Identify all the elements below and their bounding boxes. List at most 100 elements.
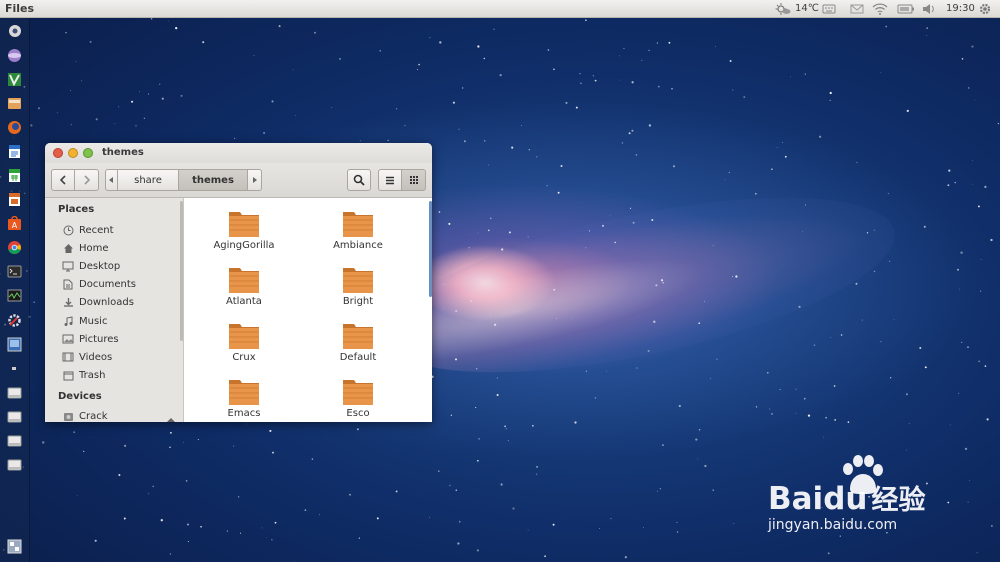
title-bar[interactable]: themes	[45, 143, 432, 163]
sidebar-item-label: Music	[79, 315, 108, 327]
star	[984, 185, 987, 189]
star	[893, 319, 895, 320]
drive-icon[interactable]	[6, 432, 23, 449]
volume-icon[interactable]	[922, 0, 936, 18]
keyboard-icon[interactable]	[822, 0, 836, 18]
places-heading: Places	[58, 204, 95, 215]
temperature-readout[interactable]: 14℃	[795, 3, 819, 14]
folder-icon	[229, 380, 259, 405]
impress-icon[interactable]	[6, 191, 23, 208]
sidebar-item-downloads[interactable]: Downloads	[62, 294, 180, 310]
mail-icon[interactable]	[850, 0, 864, 18]
close-button[interactable]	[53, 148, 63, 158]
star	[458, 128, 460, 130]
dash-home-icon[interactable]	[6, 22, 23, 39]
star	[70, 90, 71, 92]
breadcrumb-scroll-right[interactable]	[248, 169, 262, 191]
folder-item[interactable]: Default	[308, 314, 408, 368]
grid-view-button[interactable]	[402, 169, 426, 191]
star	[873, 229, 875, 231]
terminal-icon[interactable]	[6, 263, 23, 280]
breadcrumb-scroll-left[interactable]	[105, 169, 118, 191]
clock[interactable]: 19:30	[946, 3, 975, 14]
sidebar-item-music[interactable]: Music	[62, 313, 180, 329]
screenshot-icon[interactable]	[6, 336, 23, 353]
star	[619, 79, 620, 81]
star	[829, 91, 832, 95]
star	[521, 125, 522, 126]
sidebar-scrollbar[interactable]	[180, 201, 183, 341]
folder-item[interactable]: Esco	[308, 370, 408, 422]
star	[908, 422, 910, 424]
folder-item[interactable]: Crux	[194, 314, 294, 368]
star	[866, 232, 869, 234]
sidebar-item-crack[interactable]: Crack	[62, 408, 180, 422]
star	[56, 112, 58, 114]
star	[508, 231, 511, 234]
folder-item[interactable]: AgingGorilla	[194, 202, 294, 256]
sidebar-item-recent[interactable]: Recent	[62, 222, 180, 238]
desktop-icon	[62, 260, 74, 272]
eject-icon[interactable]	[166, 411, 176, 422]
folder-item[interactable]: Ambiance	[308, 202, 408, 256]
breadcrumb-share[interactable]: share	[118, 169, 178, 191]
star	[89, 40, 92, 43]
sidebar-item-home[interactable]: Home	[62, 240, 180, 256]
star	[81, 80, 83, 82]
star	[771, 168, 773, 171]
battery-icon[interactable]	[897, 0, 915, 18]
maximize-button[interactable]	[83, 148, 93, 158]
weather-icon[interactable]	[775, 0, 791, 18]
software-center-icon[interactable]: A	[6, 215, 23, 232]
star	[131, 100, 134, 103]
minimize-button[interactable]	[68, 148, 78, 158]
sidebar-item-pictures[interactable]: Pictures	[62, 331, 180, 347]
list-view-button[interactable]	[378, 169, 402, 191]
sidebar-item-videos[interactable]: Videos	[62, 349, 180, 365]
star	[501, 248, 504, 251]
gear-icon[interactable]	[978, 0, 992, 18]
vim-icon[interactable]	[6, 71, 23, 88]
star	[960, 251, 963, 254]
firefox-icon[interactable]	[6, 119, 23, 136]
browser-icon[interactable]	[6, 47, 23, 64]
writer-icon[interactable]	[6, 143, 23, 160]
sidebar-item-documents[interactable]: Documents	[62, 276, 180, 292]
star	[395, 490, 398, 493]
workspace-switcher-icon[interactable]	[6, 538, 23, 555]
star	[661, 444, 664, 447]
star	[677, 531, 679, 533]
star	[599, 528, 601, 530]
star	[183, 441, 184, 443]
star	[834, 418, 837, 421]
star	[798, 305, 801, 308]
content-scrollbar[interactable]	[429, 201, 432, 297]
files-icon[interactable]	[6, 95, 23, 112]
star	[42, 441, 45, 444]
calc-icon[interactable]	[6, 167, 23, 184]
wifi-icon[interactable]	[872, 0, 888, 18]
search-button[interactable]	[347, 169, 371, 191]
star	[438, 470, 440, 472]
star	[387, 139, 389, 141]
drive-icon[interactable]	[6, 456, 23, 473]
star	[588, 230, 590, 232]
folder-item[interactable]: Atlanta	[194, 258, 294, 312]
folder-label: Atlanta	[226, 296, 262, 307]
chrome-icon[interactable]	[6, 239, 23, 256]
system-monitor-icon[interactable]	[6, 287, 23, 304]
back-button[interactable]	[51, 169, 75, 191]
forward-button[interactable]	[75, 169, 99, 191]
star	[202, 41, 205, 44]
settings-icon[interactable]	[6, 312, 23, 329]
folder-item[interactable]: Emacs	[194, 370, 294, 422]
drive-icon[interactable]	[6, 384, 23, 401]
folder-item[interactable]: Bright	[308, 258, 408, 312]
drive-icon[interactable]	[6, 408, 23, 425]
sidebar-item-trash[interactable]: Trash	[62, 367, 180, 383]
small-app-icon[interactable]	[6, 360, 23, 377]
breadcrumb-themes[interactable]: themes	[178, 169, 248, 191]
sidebar-item-desktop[interactable]: Desktop	[62, 258, 180, 274]
star	[972, 160, 973, 161]
star	[458, 520, 461, 523]
